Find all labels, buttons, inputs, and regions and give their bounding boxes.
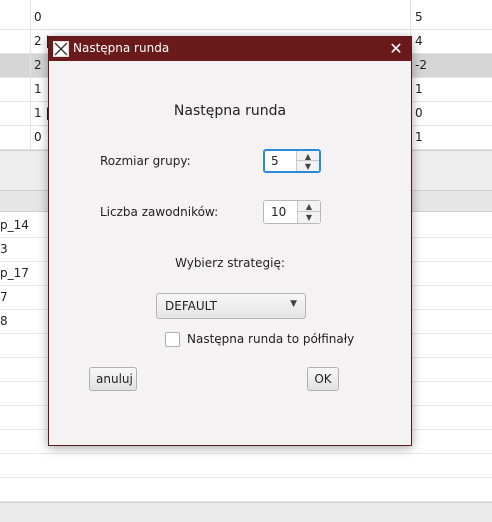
decrement-icon[interactable]: ▼ xyxy=(298,212,320,223)
status-bar xyxy=(0,502,492,522)
increment-icon[interactable]: ▲ xyxy=(298,201,320,212)
decrement-icon[interactable]: ▼ xyxy=(297,161,319,171)
semifinal-checkbox[interactable] xyxy=(165,332,180,347)
table-cell: 3 xyxy=(0,242,8,256)
group-size-spinner[interactable]: 5 ▲ ▼ xyxy=(263,149,321,173)
table-cell: 0 xyxy=(415,106,423,120)
strategy-select[interactable]: DEFAULT ▼ xyxy=(156,293,306,319)
table-cell: 8 xyxy=(0,314,8,328)
table-cell: p_17 xyxy=(0,266,29,280)
players-count-label: Liczba zawodników: xyxy=(100,205,219,219)
dialog-title: Następna runda xyxy=(73,41,170,55)
app-icon xyxy=(53,41,69,57)
strategy-label: Wybierz strategię: xyxy=(175,256,285,270)
table-cell: 1 xyxy=(34,82,42,96)
column-divider xyxy=(30,0,31,150)
strategy-value: DEFAULT xyxy=(165,299,217,313)
cancel-button[interactable]: anuluj xyxy=(89,367,137,391)
dialog-heading: Następna runda xyxy=(173,103,287,119)
semifinal-label[interactable]: Następna runda to półfinały xyxy=(187,332,354,346)
group-size-value: 5 xyxy=(271,154,279,168)
table-cell: 1 xyxy=(415,82,423,96)
table-row[interactable] xyxy=(0,454,492,478)
table-cell: 5 xyxy=(415,10,423,24)
table-cell: 0 xyxy=(34,10,42,24)
players-count-spinner[interactable]: 10 ▲ ▼ xyxy=(263,200,321,224)
close-icon[interactable]: ✕ xyxy=(387,39,405,59)
spinner-arrows: ▲ ▼ xyxy=(296,151,319,171)
group-size-label: Rozmiar grupy: xyxy=(100,154,191,168)
table-cell: -2 xyxy=(415,58,427,72)
table-cell: p_14 xyxy=(0,218,29,232)
table-cell: 0 xyxy=(34,130,42,144)
table-cell: 2 xyxy=(34,58,42,72)
ok-button[interactable]: OK xyxy=(307,367,339,391)
dialog-titlebar[interactable]: Następna runda ✕ xyxy=(49,37,411,61)
players-count-value: 10 xyxy=(271,205,287,219)
spinner-arrows: ▲ ▼ xyxy=(297,201,320,223)
table-row[interactable]: 0 5 xyxy=(0,6,492,30)
increment-icon[interactable]: ▲ xyxy=(297,151,319,161)
table-row[interactable] xyxy=(0,478,492,502)
chevron-down-icon: ▼ xyxy=(290,299,297,309)
next-round-dialog: Następna runda ✕ Następna runda Rozmiar … xyxy=(48,36,412,446)
table-cell: 4 xyxy=(415,34,423,48)
table-cell: 1 xyxy=(415,130,423,144)
table-cell: 7 xyxy=(0,290,8,304)
